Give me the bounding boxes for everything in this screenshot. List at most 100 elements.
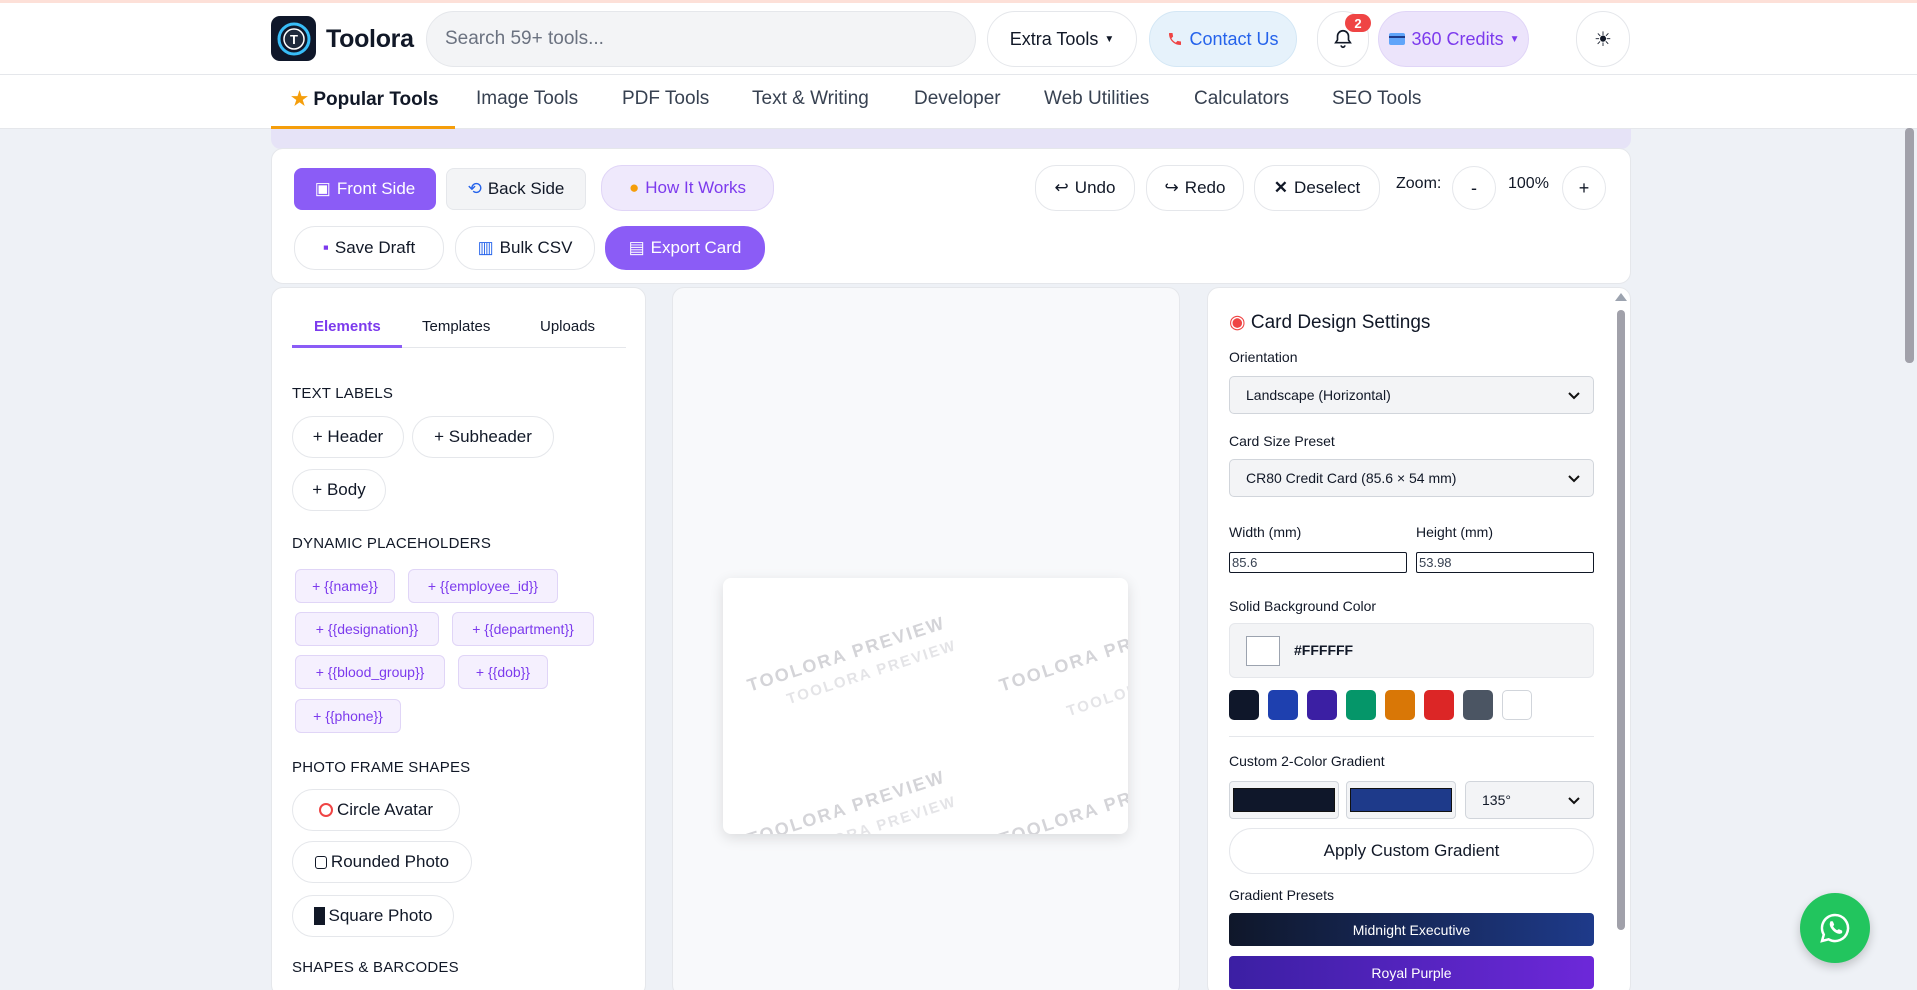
bg-color-hex: #FFFFFF xyxy=(1294,642,1354,658)
gradient-color-2-swatch xyxy=(1350,788,1452,812)
scroll-up-arrow[interactable] xyxy=(1615,293,1627,301)
category-nav: ★ Popular Tools Image Tools PDF Tools Te… xyxy=(0,74,1917,129)
lightbulb-icon: ● xyxy=(628,178,640,197)
add-subheader-button[interactable]: + Subheader xyxy=(412,416,554,458)
placeholder-dob-button[interactable]: + {{dob}} xyxy=(458,655,548,689)
id-card-icon: ▣ xyxy=(314,179,331,198)
placeholder-name-button[interactable]: + {{name}} xyxy=(295,569,395,603)
nav-item-pdf-tools[interactable]: PDF Tools xyxy=(622,88,709,110)
width-input[interactable]: 85.6 xyxy=(1229,552,1407,573)
placeholders-title: DYNAMIC PLACEHOLDERS xyxy=(292,535,492,552)
gradient-label: Custom 2-Color Gradient xyxy=(1229,753,1385,769)
gradient-color-2-input[interactable] xyxy=(1346,781,1456,819)
preset-midnight-executive[interactable]: Midnight Executive xyxy=(1229,913,1594,946)
gradient-color-1-swatch xyxy=(1233,788,1335,812)
height-label: Height (mm) xyxy=(1416,524,1494,540)
toolora-logo-icon[interactable]: T xyxy=(271,16,316,61)
chevron-down-icon xyxy=(1568,392,1580,400)
add-header-button[interactable]: + Header xyxy=(292,416,404,458)
size-preset-select[interactable]: CR80 Credit Card (85.6 × 54 mm) xyxy=(1229,459,1594,497)
nav-item-popular-tools[interactable]: ★ Popular Tools xyxy=(291,88,439,111)
tab-elements[interactable]: Elements xyxy=(314,318,381,335)
chevron-down-icon xyxy=(1568,475,1580,483)
gradient-presets-label: Gradient Presets xyxy=(1229,887,1335,903)
info-banner xyxy=(271,129,1631,149)
nav-item-web-utilities[interactable]: Web Utilities xyxy=(1044,88,1149,110)
deselect-button[interactable]: ✕ Deselect xyxy=(1254,165,1380,211)
placeholder-employee-id-button[interactable]: + {{employee_id}} xyxy=(408,569,558,603)
close-icon: ✕ xyxy=(1273,178,1289,197)
swatch-white[interactable] xyxy=(1502,690,1532,720)
zoom-label: Zoom: xyxy=(1396,175,1442,192)
nav-item-developer[interactable]: Developer xyxy=(914,88,1001,110)
height-input[interactable]: 53.98 xyxy=(1416,552,1594,573)
orientation-select[interactable]: Landscape (Horizontal) xyxy=(1229,376,1594,414)
circle-icon xyxy=(318,803,333,817)
how-it-works-button[interactable]: ● How It Works xyxy=(601,165,774,211)
swatch-green[interactable] xyxy=(1346,690,1376,720)
swatch-blue[interactable] xyxy=(1268,690,1298,720)
contact-us-button[interactable]: Contact Us xyxy=(1149,11,1297,67)
back-side-button[interactable]: ⟲ Back Side xyxy=(446,168,586,210)
tab-uploads[interactable]: Uploads xyxy=(540,318,595,335)
swatch-gray[interactable] xyxy=(1463,690,1493,720)
rounded-photo-button[interactable]: Rounded Photo xyxy=(292,841,472,883)
zoom-out-button[interactable]: - xyxy=(1452,166,1496,210)
credits-dropdown[interactable]: 360 Credits ▼ xyxy=(1378,11,1529,67)
nav-item-seo-tools[interactable]: SEO Tools xyxy=(1332,88,1421,110)
export-card-button[interactable]: ▤ Export Card xyxy=(605,226,765,270)
search-bar[interactable] xyxy=(426,11,976,67)
nav-item-calculators[interactable]: Calculators xyxy=(1194,88,1289,110)
undo-icon: ↩ xyxy=(1054,178,1069,197)
caret-down-icon: ▼ xyxy=(1104,33,1115,45)
undo-button[interactable]: ↩ Undo xyxy=(1035,165,1135,211)
apply-gradient-button[interactable]: Apply Custom Gradient xyxy=(1229,828,1594,874)
theme-toggle-button[interactable]: ☀ xyxy=(1576,11,1630,67)
zoom-value: 100% xyxy=(1508,175,1549,192)
placeholder-phone-button[interactable]: + {{phone}} xyxy=(295,699,401,733)
placeholder-blood-group-button[interactable]: + {{blood_group}} xyxy=(295,655,445,689)
watermark-text: TOOLORA PREVIEW xyxy=(996,766,1128,834)
nav-item-image-tools[interactable]: Image Tools xyxy=(476,88,578,110)
tab-templates[interactable]: Templates xyxy=(422,318,490,335)
orientation-label: Orientation xyxy=(1229,349,1298,365)
width-label: Width (mm) xyxy=(1229,524,1302,540)
palette-icon: ◉ xyxy=(1229,312,1246,333)
bg-color-picker[interactable]: #FFFFFF xyxy=(1229,623,1594,678)
circle-avatar-button[interactable]: Circle Avatar xyxy=(292,789,460,831)
refresh-icon: ⟲ xyxy=(467,179,482,198)
swatch-indigo[interactable] xyxy=(1307,690,1337,720)
whatsapp-button[interactable] xyxy=(1800,893,1870,963)
bg-color-label: Solid Background Color xyxy=(1229,598,1377,614)
zoom-in-button[interactable]: + xyxy=(1562,166,1606,210)
square-photo-button[interactable]: Square Photo xyxy=(292,895,454,937)
redo-button[interactable]: ↪ Redo xyxy=(1146,165,1244,211)
card-preview[interactable]: TOOLORA PREVIEW TOOLORA PREVIEW TOOLORA … xyxy=(723,578,1128,834)
credit-card-icon xyxy=(1388,33,1405,45)
swatch-orange[interactable] xyxy=(1385,690,1415,720)
save-draft-button[interactable]: ▪ Save Draft xyxy=(294,226,444,270)
placeholder-department-button[interactable]: + {{department}} xyxy=(452,612,594,646)
gradient-angle-select[interactable]: 135° xyxy=(1465,781,1594,819)
panel-scrollbar[interactable] xyxy=(1617,310,1625,930)
swatch-navy[interactable] xyxy=(1229,690,1259,720)
front-side-button[interactable]: ▣ Front Side xyxy=(294,168,436,210)
add-body-button[interactable]: + Body xyxy=(292,469,386,511)
chevron-down-icon xyxy=(1568,797,1580,805)
preset-royal-purple[interactable]: Royal Purple xyxy=(1229,956,1594,989)
bulk-csv-button[interactable]: ▥ Bulk CSV xyxy=(455,226,595,270)
rounded-square-icon xyxy=(314,855,327,869)
swatch-red[interactable] xyxy=(1424,690,1454,720)
nav-item-text-writing[interactable]: Text & Writing xyxy=(752,88,869,110)
text-labels-title: TEXT LABELS xyxy=(292,385,394,402)
editor-toolbar: ▣ Front Side ⟲ Back Side ● How It Works … xyxy=(271,148,1631,284)
gradient-color-1-input[interactable] xyxy=(1229,781,1339,819)
extra-tools-dropdown[interactable]: Extra Tools ▼ xyxy=(987,11,1137,67)
caret-down-icon: ▼ xyxy=(1509,33,1520,45)
search-input[interactable] xyxy=(445,28,957,50)
placeholder-designation-button[interactable]: + {{designation}} xyxy=(295,612,439,646)
color-preview-swatch[interactable] xyxy=(1246,636,1280,666)
page-scrollbar[interactable] xyxy=(1905,128,1914,363)
brand-name[interactable]: Toolora xyxy=(326,25,414,54)
redo-icon: ↪ xyxy=(1164,178,1179,197)
